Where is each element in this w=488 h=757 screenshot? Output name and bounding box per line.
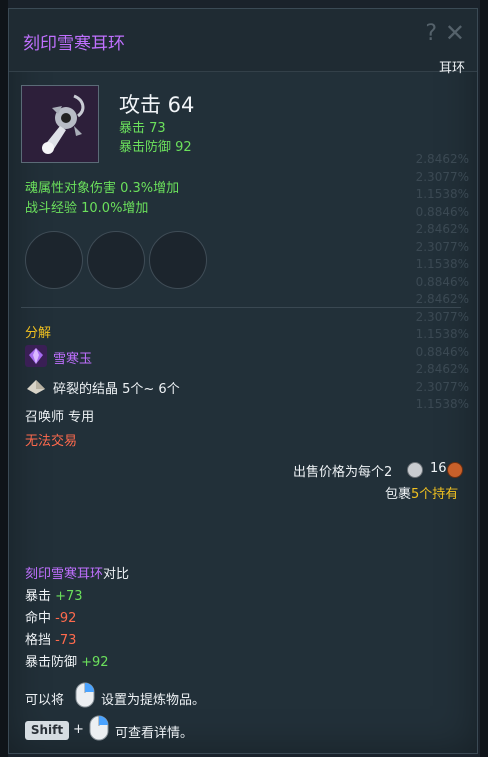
gem-socket-3[interactable] — [149, 231, 207, 289]
sell-price-silver: 16 — [430, 461, 447, 476]
decompose-item-gem: 雪寒玉 — [53, 352, 93, 367]
compare-row-critical: 暴击 +73 — [25, 585, 83, 604]
compare-row-block: 格挡 -73 — [25, 629, 76, 648]
compare-value: -73 — [55, 633, 77, 648]
bonus-combat-exp: 战斗经验 10.0%增加 — [25, 201, 149, 216]
help-icon[interactable]: ? — [425, 21, 437, 46]
compare-value: -92 — [55, 611, 77, 626]
silver-coin-icon — [407, 462, 423, 478]
item-type-label: 耳环 — [438, 61, 465, 76]
stat-critical: 暴击 73 — [119, 121, 166, 136]
background-faint-values: 2.8462% 2.3077% 1.1538% 0.8846% 2.8462% … — [415, 152, 469, 411]
mouse-click-icon — [75, 682, 95, 708]
compare-label: 命中 — [25, 611, 56, 626]
stat-critical-defense: 暴击防御 92 — [119, 140, 192, 155]
section-divider — [21, 307, 461, 308]
class-restriction: 召唤师 专用 — [25, 410, 95, 425]
compare-row-crit-defense: 暴击防御 +92 — [25, 651, 109, 670]
compare-label: 格挡 — [25, 633, 56, 648]
hint-refine-suffix: 设置为提炼物品。 — [101, 693, 206, 708]
compare-item-name: 刻印雪寒耳环 — [25, 567, 104, 582]
right-screen-edge — [480, 0, 488, 757]
compare-suffix: 对比 — [103, 567, 130, 582]
close-icon[interactable]: ✕ — [445, 19, 465, 47]
decompose-item-crystal: 碎裂的结晶 5个~ 6个 — [53, 382, 180, 397]
decompose-heading: 分解 — [25, 326, 52, 341]
gem-icon — [25, 345, 47, 367]
hint-detail: 可查看详情。 — [115, 726, 194, 741]
earring-item-icon[interactable] — [21, 85, 99, 163]
item-title: 刻印雪寒耳环 — [23, 34, 125, 54]
compare-value: +73 — [55, 589, 83, 604]
trade-restriction: 无法交易 — [25, 434, 78, 449]
mouse-click-icon — [89, 715, 109, 741]
crystal-icon — [27, 380, 45, 394]
bag-label: 包裹5个持有 — [385, 483, 458, 502]
compare-label: 暴击 — [25, 589, 56, 604]
gem-socket-1[interactable] — [25, 231, 83, 289]
sell-price-label: 出售价格为每个2 — [293, 465, 393, 480]
shift-key-icon: Shift — [25, 721, 69, 740]
compare-label: 暴击防御 — [25, 655, 82, 670]
compare-title: 刻印雪寒耳环对比 — [25, 563, 129, 582]
attack-value: 攻击 64 — [119, 93, 195, 117]
tooltip-header: 刻印雪寒耳环 ? ✕ 耳环 — [9, 9, 477, 76]
compare-row-accuracy: 命中 -92 — [25, 607, 76, 626]
copper-coin-icon — [447, 462, 463, 478]
item-tooltip-panel: 刻印雪寒耳环 ? ✕ 耳环 2.8462% 2.3077% 1.1538% 0.… — [8, 8, 478, 754]
hint-refine-prefix: 可以将 — [25, 693, 65, 708]
compare-value: +92 — [81, 655, 109, 670]
left-screen-edge — [0, 0, 8, 757]
gem-socket-2[interactable] — [87, 231, 145, 289]
bag-prefix: 包裹 — [385, 487, 412, 502]
hint-plus: + — [73, 722, 84, 737]
bonus-soul-damage: 魂属性对象伤害 0.3%增加 — [25, 181, 180, 196]
bag-count: 5个持有 — [411, 487, 459, 502]
